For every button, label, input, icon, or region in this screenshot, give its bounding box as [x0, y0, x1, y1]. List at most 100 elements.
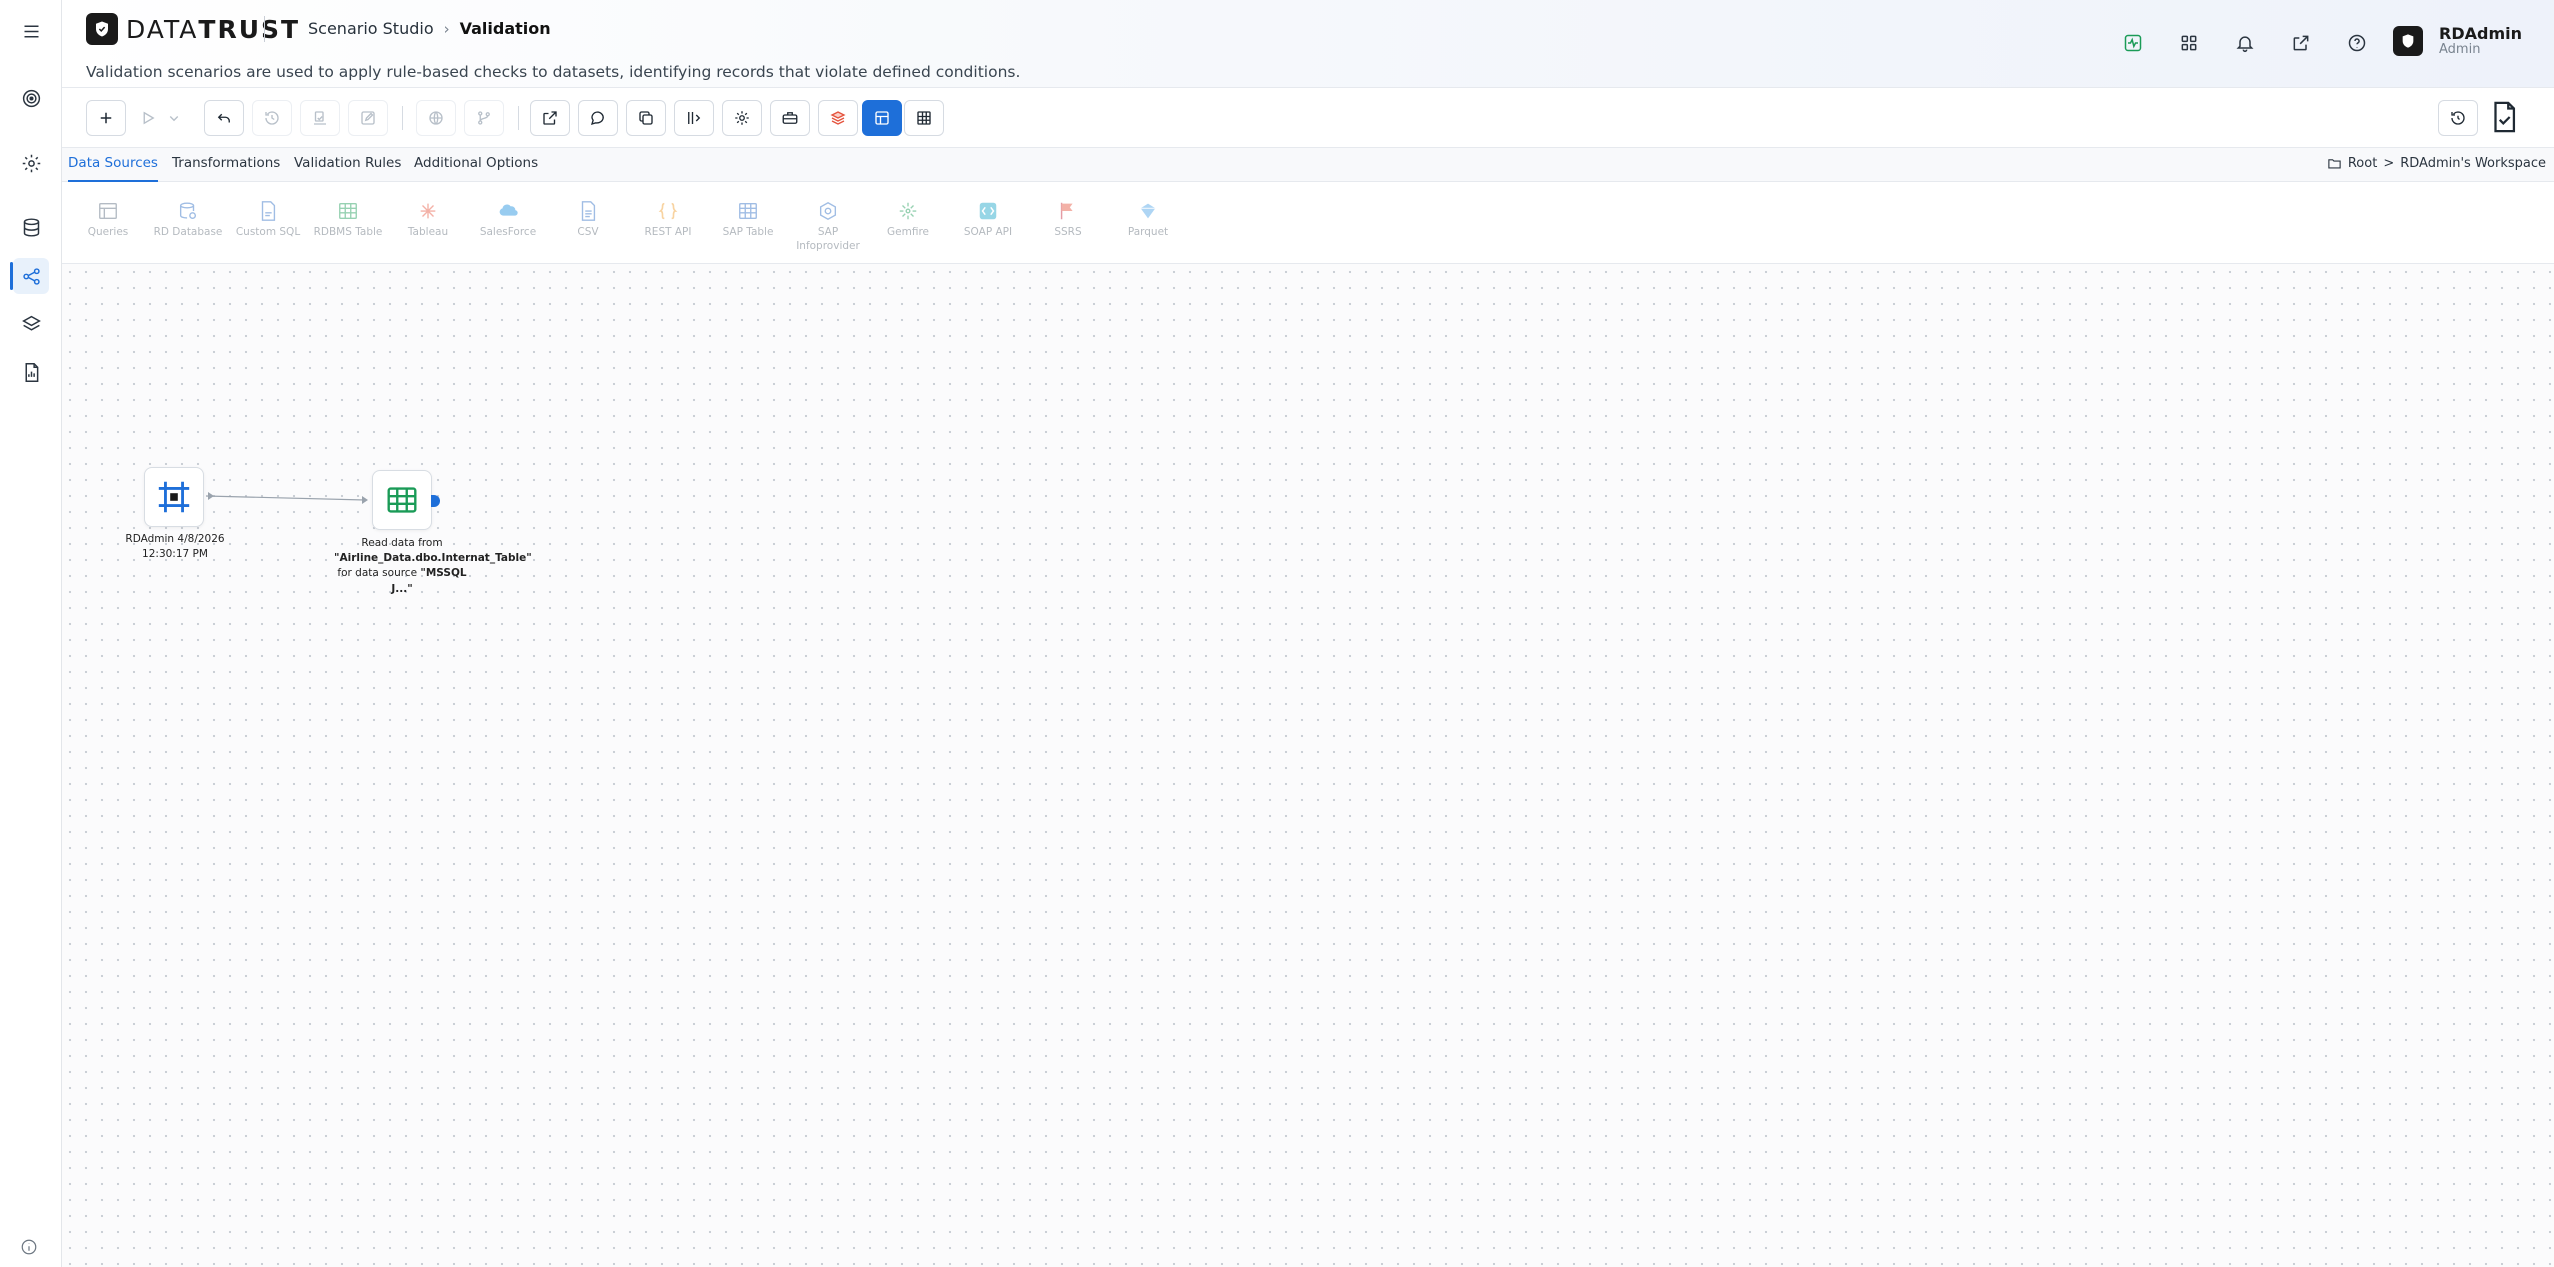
page-description: Validation scenarios are used to apply r…: [86, 63, 1021, 81]
settings-gear-icon[interactable]: [13, 145, 49, 181]
sap-infoprovider-icon: [819, 201, 837, 221]
header-divider: [264, 16, 265, 42]
parquet-icon: [1140, 203, 1156, 219]
comment-button[interactable]: [578, 100, 618, 136]
edit-button[interactable]: [348, 100, 388, 136]
data-source-tableau[interactable]: Tableau: [388, 200, 468, 239]
data-source-parquet[interactable]: Parquet: [1108, 200, 1188, 239]
avatar: [2393, 25, 2424, 56]
data-source-sap-infoprovider[interactable]: SAP Infoprovider: [788, 200, 868, 253]
data-source-gemfire[interactable]: Gemfire: [868, 200, 948, 239]
undo-button[interactable]: [204, 100, 244, 136]
sap-table-icon: [739, 202, 757, 220]
data-source-palette: Queries RD Database Custom SQL RDBMS Tab…: [62, 182, 2554, 264]
table-source-node[interactable]: [372, 470, 432, 530]
rd-database-icon: [179, 202, 197, 220]
column-settings-button[interactable]: [674, 100, 714, 136]
tab-transformations[interactable]: Transformations: [172, 148, 280, 182]
table-source-node-label: Read data from "Airline_Data.dbo.Interna…: [334, 537, 532, 595]
data-source-csv[interactable]: CSV: [548, 200, 628, 239]
workspace-root[interactable]: Root: [2348, 156, 2377, 171]
data-source-rd-database[interactable]: RD Database: [148, 200, 228, 239]
globe-button[interactable]: [416, 100, 456, 136]
workspace-name[interactable]: RDAdmin's Workspace: [2400, 156, 2546, 171]
data-source-sap-table[interactable]: SAP Table: [708, 200, 788, 239]
restore-button[interactable]: [2438, 100, 2478, 136]
table-view-button[interactable]: [904, 100, 944, 136]
tab-validation-rules[interactable]: Validation Rules: [294, 148, 401, 182]
brand-shield-icon: [86, 13, 118, 45]
stack-button[interactable]: [818, 100, 858, 136]
breadcrumb-scenario-studio[interactable]: Scenario Studio: [308, 19, 434, 38]
table-source-icon: [387, 487, 417, 513]
apps-grid-icon[interactable]: [2172, 26, 2206, 60]
user-role: Admin: [2439, 41, 2481, 57]
brand-logo[interactable]: DATATRUST: [86, 13, 300, 45]
data-source-soap-api[interactable]: SOAP API: [948, 200, 1028, 239]
start-node-label: RDAdmin 4/8/2026 12:30:17 PM: [125, 533, 225, 561]
data-source-rest-api[interactable]: REST API: [628, 200, 708, 239]
import-button[interactable]: [300, 100, 340, 136]
report-document-icon[interactable]: [13, 354, 49, 390]
data-source-rdbms-table[interactable]: RDBMS Table: [308, 200, 388, 239]
breadcrumb-chevron-icon: ›: [443, 19, 450, 38]
data-source-ssrs[interactable]: SSRS: [1028, 200, 1108, 239]
activity-monitor-icon[interactable]: [2116, 26, 2150, 60]
export-button[interactable]: [530, 100, 570, 136]
database-icon[interactable]: [13, 209, 49, 245]
menu-icon[interactable]: [13, 13, 49, 49]
data-source-queries[interactable]: Queries: [68, 200, 148, 239]
scenario-flow-icon[interactable]: [13, 258, 49, 294]
workspace-breadcrumb: Root > RDAdmin's Workspace: [2327, 156, 2546, 171]
tableau-icon: [420, 203, 436, 219]
canvas-view-button[interactable]: [862, 100, 902, 136]
target-icon[interactable]: [13, 80, 49, 116]
user-menu[interactable]: RDAdmin Admin: [2393, 25, 2522, 57]
toolbox-button[interactable]: [770, 100, 810, 136]
data-source-custom-sql[interactable]: Custom SQL: [228, 200, 308, 239]
layers-icon[interactable]: [13, 306, 49, 342]
notification-bell-icon[interactable]: [2228, 26, 2262, 60]
workspace-separator: >: [2383, 156, 2395, 171]
branch-button[interactable]: [464, 100, 504, 136]
data-source-salesforce[interactable]: SalesForce: [468, 200, 548, 239]
info-icon[interactable]: [20, 1238, 38, 1256]
soap-api-icon: [979, 202, 997, 220]
scenario-toolbar: [62, 88, 2554, 148]
user-name: RDAdmin: [2439, 24, 2522, 43]
run-button[interactable]: [132, 100, 164, 136]
validate-document-button[interactable]: [2482, 94, 2526, 140]
app-header: DATATRUST Scenario Studio › Validation V…: [62, 0, 2554, 88]
tab-data-sources[interactable]: Data Sources: [68, 148, 158, 182]
run-options-dropdown[interactable]: [162, 100, 186, 136]
page-title: Validation: [459, 19, 551, 38]
scenario-start-node[interactable]: [144, 467, 204, 527]
header-actions: [2116, 26, 2374, 60]
add-button[interactable]: [86, 100, 126, 136]
help-icon[interactable]: [2340, 26, 2374, 60]
tab-additional-options[interactable]: Additional Options: [414, 148, 538, 182]
connector-out-port: [208, 492, 214, 500]
scenario-start-icon: [158, 481, 190, 513]
folder-icon: [2328, 159, 2341, 169]
history-button[interactable]: [252, 100, 292, 136]
left-nav-rail: [0, 0, 62, 1267]
copy-button[interactable]: [626, 100, 666, 136]
chevron-down-icon: [169, 116, 179, 122]
gear-button[interactable]: [722, 100, 762, 136]
custom-sql-icon: [261, 201, 276, 221]
toolbar-divider: [518, 106, 519, 130]
open-external-icon[interactable]: [2284, 26, 2318, 60]
ssrs-icon: [1060, 202, 1073, 220]
tab-bar: Data Sources Transformations Validation …: [62, 148, 2554, 182]
connector-in-port: [362, 496, 368, 504]
queries-icon: [99, 202, 117, 220]
salesforce-icon: [499, 204, 518, 216]
brand-wordmark: DATATRUST: [126, 14, 301, 44]
gemfire-icon: [899, 202, 917, 220]
rdbms-table-icon: [339, 202, 357, 220]
toolbar-divider: [402, 106, 403, 130]
scenario-canvas[interactable]: RDAdmin 4/8/2026 12:30:17 PM Read data f…: [62, 264, 2554, 1267]
csv-icon: [581, 201, 596, 221]
breadcrumb: Scenario Studio › Validation: [308, 19, 551, 38]
